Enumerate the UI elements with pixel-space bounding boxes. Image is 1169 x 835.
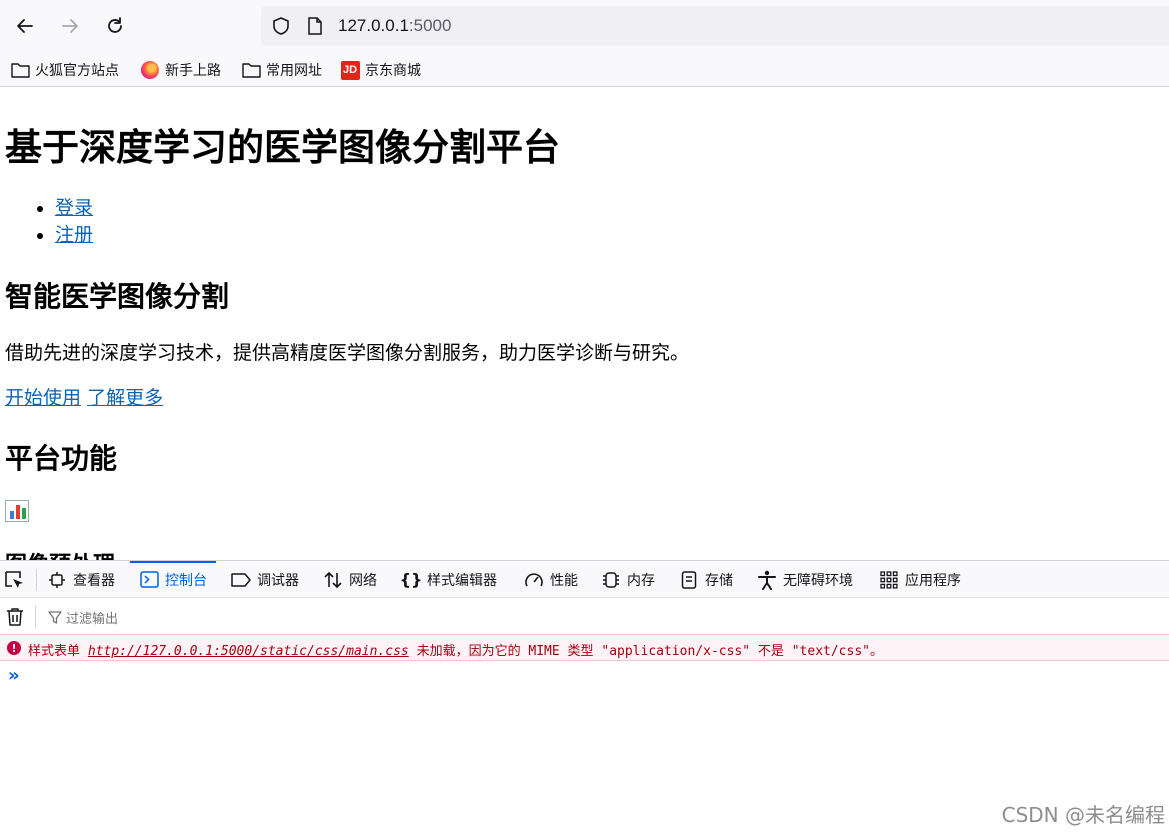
tab-accessibility[interactable]: 无障碍环境	[757, 561, 853, 598]
tab-label: 内存	[627, 572, 655, 589]
page-icon[interactable]	[307, 17, 323, 35]
tab-network[interactable]: 网络	[323, 561, 377, 598]
watermark: CSDN @未名编程	[1001, 803, 1165, 827]
tab-application[interactable]: 应用程序	[879, 561, 961, 598]
tab-label: 网络	[349, 572, 377, 589]
features-heading: 平台功能	[5, 442, 118, 475]
folder-icon	[241, 61, 261, 79]
page-viewport: 基于深度学习的医学图像分割平台 登录 注册 智能医学图像分割 借助先进的深度学习…	[0, 87, 1169, 560]
bookmark-jd[interactable]: JD 京东商城	[340, 59, 421, 81]
bookmark-label: 新手上路	[165, 63, 221, 79]
bookmark-label: 常用网址	[266, 63, 322, 79]
tab-divider	[36, 569, 37, 591]
jd-icon: JD	[340, 60, 360, 80]
browser-toolbar: 127.0.0.1:5000	[0, 0, 1169, 52]
style-editor-icon: {}	[399, 570, 423, 589]
console-error-message: ! 样式表单 http://127.0.0.1:5000/static/css/…	[0, 634, 1169, 661]
url-port: :5000	[408, 16, 452, 35]
bookmark-getting-started[interactable]: 新手上路	[140, 59, 221, 81]
forward-arrow-icon	[62, 19, 78, 33]
nav-item-register: 注册	[55, 222, 93, 249]
tab-label: 控制台	[165, 572, 207, 589]
feature-title: 图像预处理	[5, 547, 115, 560]
tab-label: 样式编辑器	[427, 572, 497, 589]
performance-icon	[524, 570, 544, 590]
nav-list: 登录 注册	[5, 195, 93, 249]
tab-storage[interactable]: 存储	[679, 561, 733, 598]
firefox-icon	[140, 61, 160, 79]
bookmark-label: 火狐官方站点	[35, 63, 119, 79]
url-text[interactable]: 127.0.0.1:5000	[338, 16, 451, 36]
url-host: 127.0.0.1	[338, 16, 409, 35]
filter-icon	[48, 610, 62, 624]
console-filter-bar: 过滤输出	[0, 599, 1169, 635]
bookmark-common-sites[interactable]: 常用网址	[241, 59, 322, 81]
bookmark-label: 京东商城	[365, 63, 421, 79]
tab-console[interactable]: 控制台	[130, 561, 216, 598]
login-link[interactable]: 登录	[55, 197, 93, 219]
devtools-panel: 查看器 控制台 调试器 网络 {} 样式编辑器 性能 内存 存储 无障碍环境 应…	[0, 560, 1169, 835]
start-link[interactable]: 开始使用	[5, 387, 81, 409]
feature-icon-row	[5, 499, 29, 522]
address-bar[interactable]: 127.0.0.1:5000	[261, 6, 1169, 46]
devtools-tabbar: 查看器 控制台 调试器 网络 {} 样式编辑器 性能 内存 存储 无障碍环境 应…	[0, 561, 1169, 598]
forward-button[interactable]	[54, 10, 86, 42]
debugger-icon	[231, 570, 251, 590]
filter-divider	[35, 606, 36, 628]
error-text: 样式表单 http://127.0.0.1:5000/static/css/ma…	[28, 640, 883, 659]
tab-label: 调试器	[257, 572, 299, 589]
cta-links: 开始使用 了解更多	[5, 383, 163, 410]
application-icon	[879, 570, 899, 590]
tab-label: 应用程序	[905, 572, 961, 589]
hero-heading: 智能医学图像分割	[5, 280, 230, 313]
tab-label: 性能	[550, 572, 578, 589]
error-prefix: 样式表单	[28, 644, 81, 659]
memory-icon	[601, 570, 621, 590]
element-picker-icon[interactable]	[4, 570, 26, 590]
tab-style-editor[interactable]: {} 样式编辑器	[399, 561, 497, 598]
tab-inspector[interactable]: 查看器	[47, 561, 115, 598]
filter-output-input[interactable]: 过滤输出	[48, 608, 118, 627]
tab-label: 存储	[705, 572, 733, 589]
page-title: 基于深度学习的医学图像分割平台	[5, 126, 560, 169]
tab-memory[interactable]: 内存	[601, 561, 655, 598]
error-icon: !	[7, 641, 21, 655]
bookmarks-bar: 火狐官方站点 新手上路 常用网址 JD 京东商城	[0, 52, 1169, 87]
inspector-icon	[47, 570, 67, 590]
filter-placeholder: 过滤输出	[66, 612, 119, 627]
tab-performance[interactable]: 性能	[524, 561, 578, 598]
hero-description: 借助先进的深度学习技术，提供高精度医学图像分割服务，助力医学诊断与研究。	[5, 342, 690, 364]
tab-label: 查看器	[73, 572, 115, 589]
folder-icon	[10, 61, 30, 79]
error-suffix: 未加载，因为它的 MIME 类型 "application/x-css" 不是 …	[416, 644, 883, 659]
storage-icon	[679, 570, 699, 590]
reload-icon	[108, 17, 122, 33]
register-link[interactable]: 注册	[55, 224, 93, 246]
trash-icon[interactable]	[6, 607, 24, 627]
learn-more-link[interactable]: 了解更多	[87, 387, 163, 409]
network-icon	[323, 570, 343, 590]
bar-chart-emoji-icon	[5, 500, 29, 522]
back-arrow-icon	[17, 19, 33, 33]
accessibility-icon	[757, 570, 777, 590]
back-button[interactable]	[9, 10, 41, 42]
tab-label: 无障碍环境	[783, 572, 853, 589]
error-stylesheet-link[interactable]: http://127.0.0.1:5000/static/css/main.cs…	[88, 644, 409, 659]
bookmark-firefox-site[interactable]: 火狐官方站点	[10, 59, 119, 81]
nav-item-login: 登录	[55, 195, 93, 222]
console-icon	[139, 570, 159, 590]
tab-debugger[interactable]: 调试器	[231, 561, 299, 598]
reload-button[interactable]	[99, 10, 131, 42]
console-input-prompt[interactable]: »	[8, 665, 20, 686]
shield-icon[interactable]	[271, 16, 291, 36]
